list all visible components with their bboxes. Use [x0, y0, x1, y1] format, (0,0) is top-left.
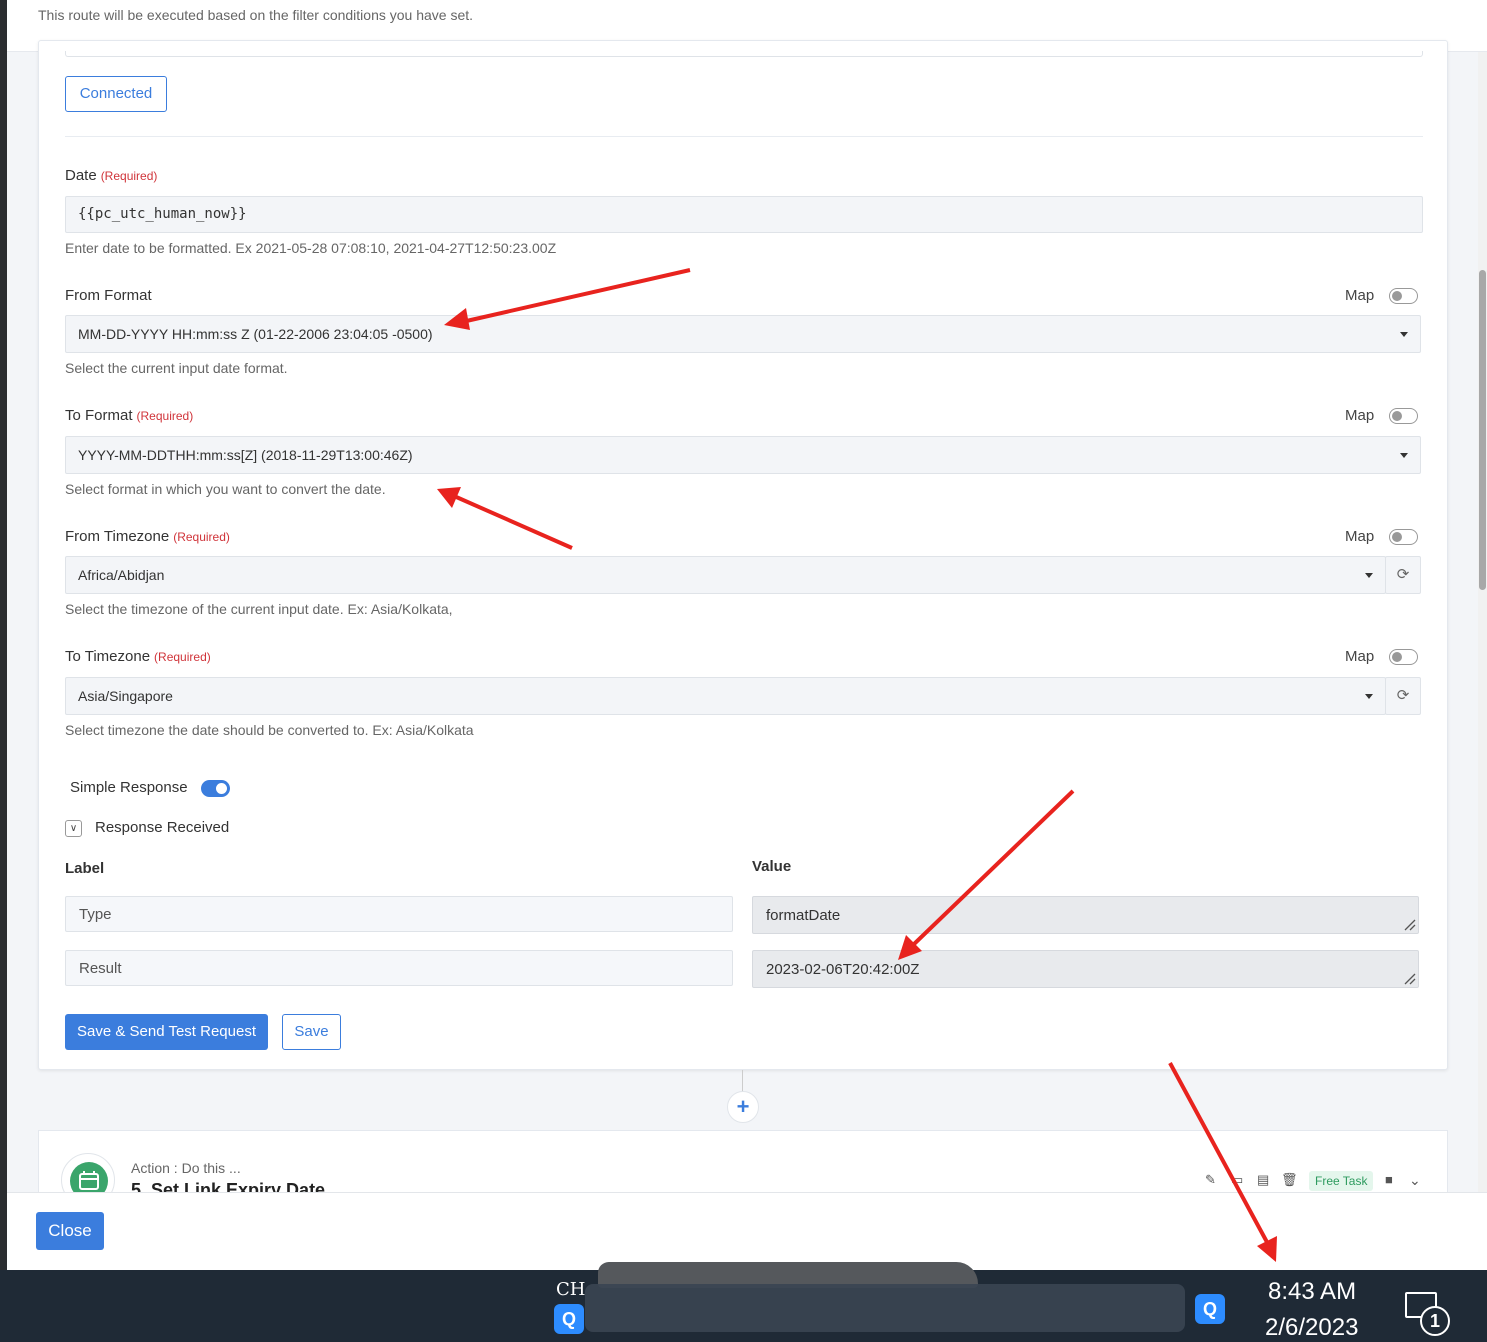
resize-handle-icon[interactable]	[1402, 917, 1416, 931]
date-label-text: Date	[65, 167, 97, 184]
caret-down-icon	[1400, 453, 1408, 458]
from-format-helper: Select the current input date format.	[65, 360, 288, 376]
next-action-card[interactable]: Action : Do this ... 5. Set Link Expiry …	[38, 1130, 1448, 1192]
clipboard-icon[interactable]: ▤	[1257, 1172, 1269, 1188]
required-tag: (Required)	[136, 409, 194, 423]
to-format-helper: Select format in which you want to conve…	[65, 481, 386, 497]
modal-footer: Close	[7, 1192, 1487, 1270]
from-timezone-helper: Select the timezone of the current input…	[65, 601, 453, 617]
to-format-label: To Format (Required)	[65, 407, 193, 424]
to-format-value: YYYY-MM-DDTHH:mm:ss[Z] (2018-11-29T13:00…	[78, 447, 413, 463]
simple-response-label: Simple Response	[70, 779, 188, 796]
chevron-down-icon[interactable]: ∨	[65, 820, 82, 837]
from-timezone-label: From Timezone (Required)	[65, 528, 230, 545]
to-timezone-label: To Timezone (Required)	[65, 648, 211, 665]
date-label: Date (Required)	[65, 167, 157, 184]
from-timezone-label-text: From Timezone	[65, 528, 170, 545]
input-language-indicator[interactable]: CH	[556, 1279, 585, 1300]
windows-taskbar: CH Q Q 8:43 AM 2/6/2023 1	[0, 1262, 1487, 1342]
copy-icon[interactable]: ▭	[1231, 1172, 1243, 1188]
from-format-map-label: Map	[1345, 287, 1375, 304]
calendar-icon	[70, 1162, 108, 1192]
required-tag: (Required)	[173, 530, 230, 544]
to-timezone-label-text: To Timezone	[65, 648, 151, 665]
caret-down-icon	[1400, 332, 1408, 337]
calendar-glyph-icon	[79, 1171, 99, 1190]
action-subtitle: Action : Do this ...	[131, 1160, 241, 1176]
from-timezone-map-label: Map	[1345, 528, 1375, 545]
to-timezone-helper: Select timezone the date should be conve…	[65, 722, 474, 738]
response-value-text: formatDate	[766, 907, 841, 924]
to-format-map-toggle[interactable]	[1389, 408, 1418, 424]
from-format-map-toggle[interactable]	[1389, 288, 1418, 304]
to-format-select[interactable]: YYYY-MM-DDTHH:mm:ss[Z] (2018-11-29T13:00…	[65, 436, 1421, 474]
value-column-header: Value	[752, 858, 792, 875]
to-timezone-map-toggle[interactable]	[1389, 649, 1418, 665]
from-format-select[interactable]: MM-DD-YYYY HH:mm:ss Z (01-22-2006 23:04:…	[65, 315, 1421, 353]
to-format-map-label: Map	[1345, 407, 1375, 424]
from-format-value: MM-DD-YYYY HH:mm:ss Z (01-22-2006 23:04:…	[78, 326, 433, 342]
app-tray-icon[interactable]: Q	[554, 1304, 584, 1334]
from-format-label: From Format	[65, 287, 152, 304]
caret-down-icon	[1365, 694, 1373, 699]
from-timezone-select[interactable]: Africa/Abidjan	[65, 556, 1386, 594]
refresh-icon[interactable]: ⟳	[1385, 556, 1421, 594]
response-value-text: 2023-02-06T20:42:00Z	[766, 961, 920, 978]
response-label-field[interactable]: Type	[65, 896, 733, 932]
action-title: 5. Set Link Expiry Date	[131, 1180, 326, 1192]
required-tag: (Required)	[100, 169, 158, 183]
taskbar-date[interactable]: 2/6/2023	[1265, 1314, 1358, 1342]
step-connector-line	[742, 1070, 743, 1092]
to-format-label-text: To Format	[65, 407, 133, 424]
trash-icon[interactable]: 🗑	[1281, 1172, 1298, 1188]
action-config-card: Connected Date (Required) {{pc_utc_human_…	[38, 40, 1448, 1070]
caret-down-icon	[1365, 573, 1373, 578]
edit-icon[interactable]: ✎	[1205, 1172, 1216, 1188]
simple-response-toggle[interactable]	[201, 780, 230, 797]
required-tag: (Required)	[154, 650, 211, 664]
response-value-field[interactable]: formatDate	[752, 896, 1419, 934]
previous-input-edge	[65, 51, 1423, 57]
route-description: This route will be executed based on the…	[38, 7, 474, 23]
response-received-label: Response Received	[95, 819, 230, 836]
date-input[interactable]: {{pc_utc_human_now}}	[65, 196, 1423, 233]
save-button[interactable]: Save	[282, 1014, 341, 1050]
to-timezone-value: Asia/Singapore	[78, 688, 173, 704]
to-timezone-select[interactable]: Asia/Singapore	[65, 677, 1386, 715]
response-value-field[interactable]: 2023-02-06T20:42:00Z	[752, 950, 1419, 988]
save-and-send-test-button[interactable]: Save & Send Test Request	[65, 1014, 268, 1050]
taskbar-time[interactable]: 8:43 AM	[1268, 1278, 1356, 1306]
refresh-icon[interactable]: ⟳	[1385, 677, 1421, 715]
background-page-strip	[0, 0, 7, 1270]
calendar-icon-wrapper	[61, 1153, 115, 1192]
add-step-plus-icon[interactable]: +	[727, 1091, 759, 1123]
from-timezone-value: Africa/Abidjan	[78, 567, 165, 583]
date-helper: Enter date to be formatted. Ex 2021-05-2…	[65, 240, 557, 256]
free-task-badge: Free Task	[1309, 1171, 1374, 1191]
connected-button[interactable]: Connected	[65, 76, 167, 112]
app-tray-icon[interactable]: Q	[1195, 1294, 1225, 1324]
video-icon[interactable]: ■	[1385, 1172, 1393, 1187]
to-timezone-map-label: Map	[1345, 648, 1375, 665]
response-label-field[interactable]: Result	[65, 950, 733, 986]
section-divider	[65, 136, 1423, 137]
scrollbar-thumb[interactable]	[1479, 270, 1486, 590]
scrollbar-track[interactable]	[1478, 52, 1487, 1192]
from-timezone-map-toggle[interactable]	[1389, 529, 1418, 545]
redacted-tray-icons	[585, 1284, 1185, 1332]
label-column-header: Label	[65, 860, 105, 877]
close-button[interactable]: Close	[36, 1212, 104, 1250]
chevron-down-icon[interactable]: ⌄	[1409, 1172, 1421, 1189]
notification-count-badge: 1	[1420, 1306, 1450, 1336]
resize-handle-icon[interactable]	[1402, 971, 1416, 985]
